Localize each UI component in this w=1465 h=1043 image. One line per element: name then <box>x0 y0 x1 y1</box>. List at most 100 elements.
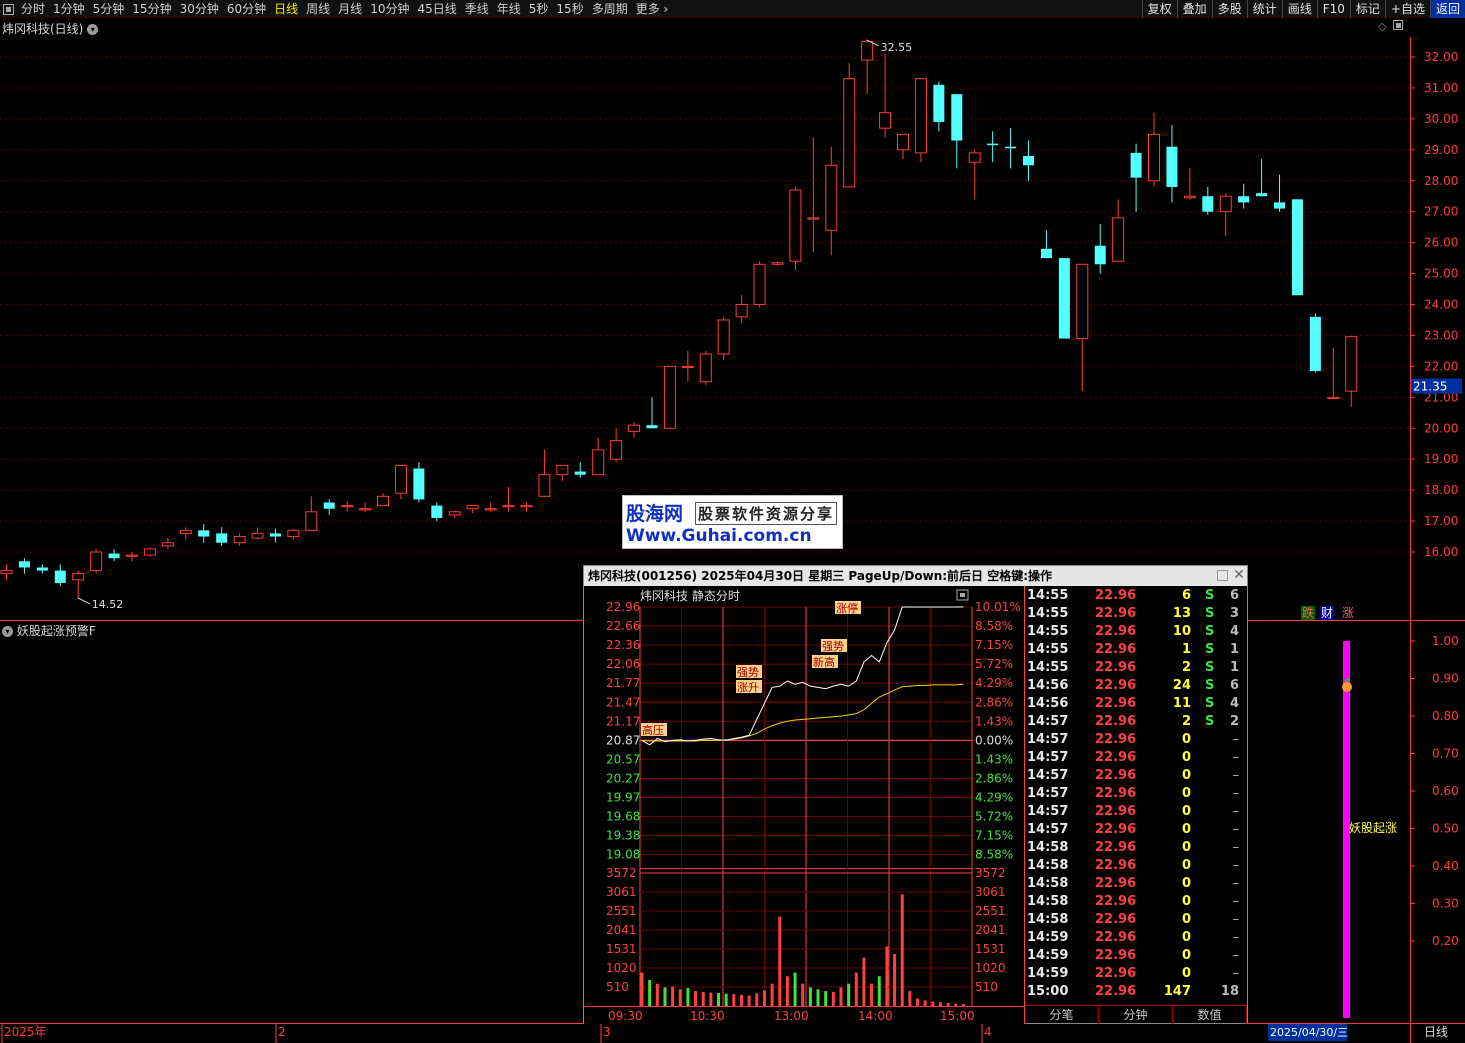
candle[interactable] <box>1058 258 1070 339</box>
period-button[interactable]: 15秒 <box>552 0 587 18</box>
kline-options-icon[interactable]: ▾ <box>87 24 99 35</box>
candle[interactable] <box>0 564 13 580</box>
period-button[interactable]: 季线 <box>461 0 493 18</box>
candle[interactable] <box>1130 143 1142 212</box>
period-button[interactable]: 1分钟 <box>49 0 89 18</box>
candle[interactable] <box>1005 128 1017 169</box>
diamond-icon[interactable]: ◇ <box>1378 20 1386 33</box>
period-button[interactable]: 年线 <box>493 0 525 18</box>
function-button[interactable]: 标记 <box>1349 0 1385 18</box>
function-button[interactable]: 画线 <box>1281 0 1317 18</box>
candle[interactable] <box>251 527 264 540</box>
tick-row[interactable]: 14:55 22.96 13 S 3 <box>1025 605 1247 623</box>
tick-row[interactable]: 14:57 22.96 0 – <box>1025 749 1247 767</box>
candle[interactable] <box>108 548 120 562</box>
candle[interactable] <box>628 422 641 438</box>
candle[interactable] <box>198 524 210 543</box>
candle[interactable] <box>646 397 658 429</box>
candle[interactable] <box>36 564 48 574</box>
candle[interactable] <box>1327 347 1340 400</box>
candle[interactable] <box>1166 125 1178 203</box>
candle[interactable] <box>699 350 712 385</box>
candle[interactable] <box>968 149 981 200</box>
tick-row[interactable]: 14:56 22.96 24 S 6 <box>1025 677 1247 695</box>
candle[interactable] <box>879 53 892 138</box>
candle[interactable] <box>681 350 694 382</box>
tick-row[interactable]: 15:00 22.96 147 18 <box>1025 983 1247 1001</box>
candle[interactable] <box>72 570 85 598</box>
function-button[interactable]: 复权 <box>1141 0 1177 18</box>
candle[interactable] <box>323 499 335 515</box>
candle[interactable] <box>592 437 605 476</box>
candle[interactable] <box>1345 336 1358 407</box>
period-label[interactable]: 日线 <box>1424 1025 1448 1039</box>
candle[interactable] <box>1040 230 1052 259</box>
tick-row[interactable]: 14:58 22.96 0 – <box>1025 893 1247 911</box>
candle[interactable] <box>574 462 586 478</box>
period-button[interactable]: 45日线 <box>413 0 460 18</box>
tick-row[interactable]: 14:57 22.96 0 – <box>1025 731 1247 749</box>
function-button[interactable]: 多股 <box>1211 0 1247 18</box>
period-button[interactable]: 月线 <box>334 0 366 18</box>
candle[interactable] <box>1291 199 1303 296</box>
tick-tab[interactable]: 分笔 <box>1025 1006 1099 1024</box>
tick-row[interactable]: 14:57 22.96 0 – <box>1025 803 1247 821</box>
candle[interactable] <box>143 547 156 557</box>
tick-row[interactable]: 14:55 22.96 2 S 1 <box>1025 659 1247 677</box>
candle[interactable] <box>1274 174 1286 212</box>
tick-row[interactable]: 14:58 22.96 0 – <box>1025 857 1247 875</box>
candle[interactable] <box>269 528 281 543</box>
tick-row[interactable]: 14:55 22.96 10 S 4 <box>1025 623 1247 641</box>
candle[interactable] <box>843 63 856 188</box>
candle[interactable] <box>359 502 372 512</box>
candle[interactable] <box>179 527 192 540</box>
candle[interactable] <box>90 548 103 574</box>
candle[interactable] <box>54 564 66 587</box>
tick-row[interactable]: 14:58 22.96 0 – <box>1025 911 1247 929</box>
period-button[interactable]: 分时 <box>17 0 49 18</box>
popup-maximize-icon[interactable] <box>1217 570 1228 581</box>
function-button[interactable]: +自选 <box>1384 0 1430 18</box>
candle[interactable] <box>825 146 838 255</box>
period-button[interactable]: 周线 <box>302 0 334 18</box>
layout-icon[interactable] <box>3 3 14 15</box>
candle[interactable] <box>1112 199 1125 262</box>
period-button[interactable]: 60分钟 <box>223 0 270 18</box>
candle[interactable] <box>556 464 569 481</box>
candle[interactable] <box>1238 183 1250 209</box>
tick-row[interactable]: 14:59 22.96 0 – <box>1025 965 1247 983</box>
candle[interactable] <box>807 137 820 252</box>
candle[interactable] <box>1202 186 1214 215</box>
candle[interactable] <box>1183 168 1196 200</box>
candle[interactable] <box>914 78 927 163</box>
candle[interactable] <box>610 428 623 463</box>
period-button[interactable]: 5秒 <box>525 0 553 18</box>
candle[interactable] <box>216 527 228 546</box>
function-button[interactable]: 叠加 <box>1176 0 1212 18</box>
tick-row[interactable]: 14:56 22.96 11 S 4 <box>1025 695 1247 713</box>
period-button[interactable]: 5分钟 <box>89 0 129 18</box>
candle[interactable] <box>1148 112 1161 187</box>
candle[interactable] <box>394 464 407 500</box>
tick-row[interactable]: 14:57 22.96 0 – <box>1025 785 1247 803</box>
candle[interactable] <box>1094 224 1106 274</box>
period-button[interactable]: 30分钟 <box>176 0 223 18</box>
candle[interactable] <box>933 81 945 132</box>
tick-row[interactable]: 14:59 22.96 0 – <box>1025 947 1247 965</box>
candle[interactable] <box>484 502 497 512</box>
tick-table[interactable]: 14:55 22.96 6 S 6 14:55 22.96 13 S 3 14:55 22.96 10 S… <box>1025 587 1247 999</box>
candle[interactable] <box>1023 140 1035 181</box>
candle[interactable] <box>987 131 999 163</box>
candle[interactable] <box>1219 193 1232 237</box>
function-button[interactable]: 统计 <box>1246 0 1282 18</box>
candle[interactable] <box>789 186 802 271</box>
panel-max-icon[interactable] <box>1392 20 1403 30</box>
candle[interactable] <box>735 295 748 324</box>
popup-title[interactable]: 炜冈科技(001256) 2025年04月30日 星期三 PageUp/Down… <box>584 566 1247 586</box>
candle[interactable] <box>538 449 551 497</box>
candle[interactable] <box>305 496 318 531</box>
tick-tab[interactable]: 数值 <box>1173 1006 1247 1024</box>
tick-row[interactable]: 14:58 22.96 0 – <box>1025 839 1247 857</box>
candle[interactable] <box>126 552 139 562</box>
candle[interactable] <box>717 316 730 361</box>
